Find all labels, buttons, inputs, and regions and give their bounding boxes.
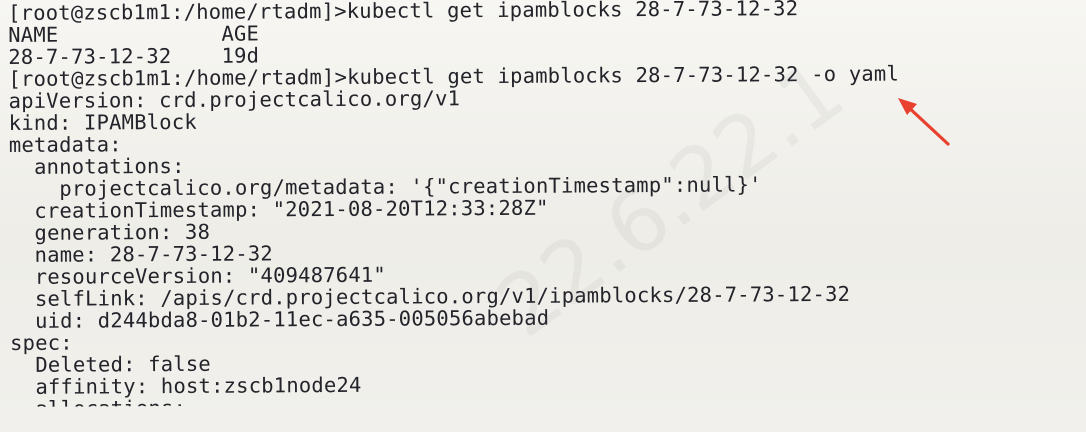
terminal-screen: [root@zscb1m1:/home/rtadm]>kubectl get i… (0, 0, 1086, 432)
red-arrow-icon (898, 98, 950, 146)
terminal-output: [root@zscb1m1:/home/rtadm]>kubectl get i… (8, 0, 1086, 432)
